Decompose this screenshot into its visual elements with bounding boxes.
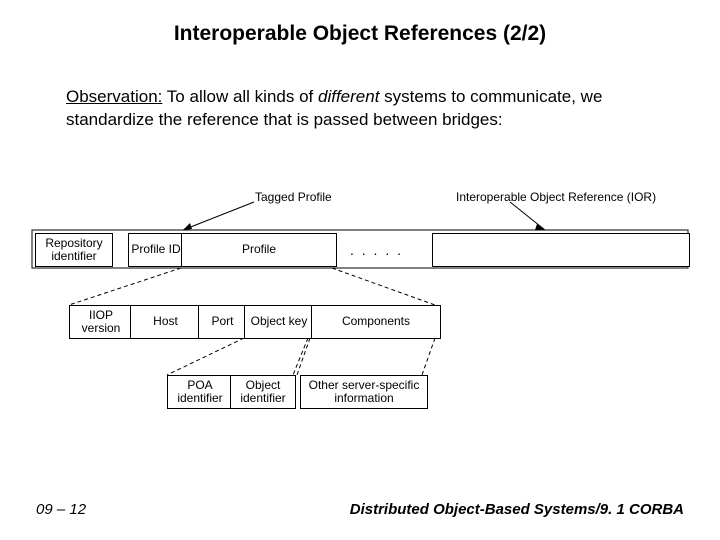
dots: . . . . . [350, 242, 403, 258]
observation-label: Observation: [66, 87, 162, 106]
box-empty-profile [432, 233, 690, 267]
box-repository-identifier: Repository identifier [35, 233, 113, 267]
box-object-key: Object key [244, 305, 314, 339]
observation-text-1: To allow all kinds of [162, 87, 318, 106]
observation-italic: different [318, 87, 379, 106]
slide-title: Interoperable Object References (2/2) [0, 22, 720, 46]
box-components: Components [311, 305, 441, 339]
diagram: Tagged Profile Interoperable Object Refe… [0, 180, 720, 460]
box-port: Port [198, 305, 247, 339]
footer-page-number: 09 – 12 [36, 501, 86, 518]
box-poa-identifier: POA identifier [167, 375, 233, 409]
box-object-identifier: Object identifier [230, 375, 296, 409]
body-text: Observation: To allow all kinds of diffe… [66, 86, 626, 132]
label-ior: Interoperable Object Reference (IOR) [456, 190, 656, 204]
label-tagged-profile: Tagged Profile [255, 190, 332, 204]
box-profile: Profile [181, 233, 337, 267]
box-host: Host [130, 305, 201, 339]
box-profile-id: Profile ID [128, 233, 184, 267]
box-other-info: Other server-specific information [300, 375, 428, 409]
box-iiop-version: IIOP version [69, 305, 133, 339]
slide: Interoperable Object References (2/2) Ob… [0, 0, 720, 540]
footer-chapter: Distributed Object-Based Systems/9. 1 CO… [350, 501, 684, 518]
